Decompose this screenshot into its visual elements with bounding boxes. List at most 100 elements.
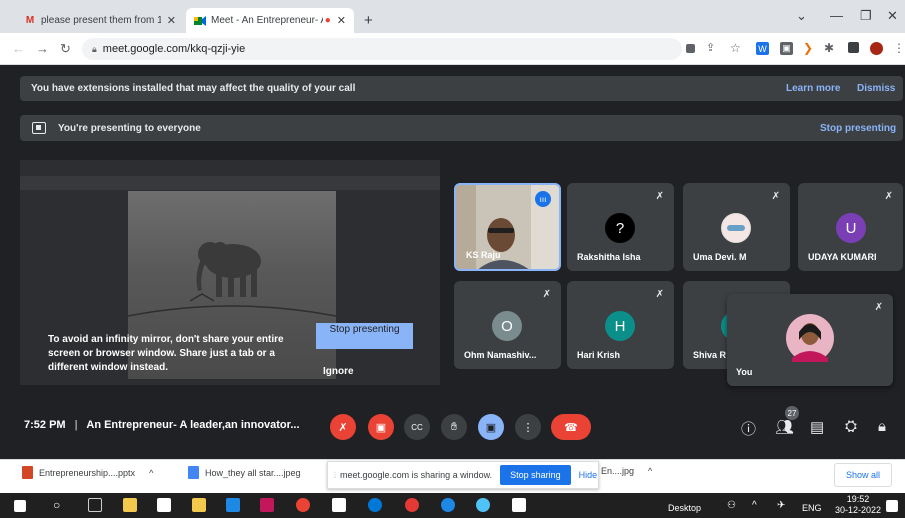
activities-icon[interactable]: ⛭ (845, 418, 857, 435)
mic-toggle-button[interactable]: ✗ (330, 414, 356, 440)
photos-icon[interactable] (512, 498, 526, 512)
desktop-label[interactable]: Desktop (668, 503, 701, 513)
tab-meet[interactable]: Meet - An Entrepreneur- A le... ● ✕ (186, 8, 354, 33)
gmail-icon: M (25, 15, 35, 26)
notifications-icon[interactable] (886, 500, 898, 512)
participant-name: Uma Devi. M (693, 252, 747, 262)
browser-toolbar: ← → ↻ 🔒︎ meet.google.com/kkq-qzji-yie ⇪ … (0, 33, 905, 65)
learn-more-link[interactable]: Learn more (786, 83, 840, 94)
extension-arrow-icon[interactable]: ❯ (803, 41, 813, 55)
people-taskbar-icon[interactable]: ⚇ (727, 500, 736, 511)
participant-tile[interactable]: ✗ ? Rakshitha Isha (567, 183, 674, 271)
present-button[interactable]: ▣ (478, 414, 504, 440)
search-icon[interactable]: ○ (53, 498, 60, 512)
task-view-icon[interactable] (88, 498, 102, 512)
show-all-button[interactable]: Show all (834, 463, 892, 487)
store-icon[interactable] (192, 498, 206, 512)
participant-tile[interactable]: ✗ H Hari Krish (567, 281, 674, 369)
download-item[interactable]: En....jpg ^ (601, 466, 652, 476)
participant-tile[interactable]: ✗ Uma Devi. M (683, 183, 790, 271)
avatar: H (605, 311, 635, 341)
download-item[interactable]: Entrepreneurship....pptx ^ (22, 466, 153, 479)
participant-name: Shiva R (693, 350, 727, 360)
presenting-banner-text: You're presenting to everyone (58, 122, 201, 134)
avatar: O (492, 311, 522, 341)
tab-title: Meet - An Entrepreneur- A le... (211, 15, 323, 26)
more-options-button[interactable]: ⋮ (515, 414, 541, 440)
close-icon[interactable]: ✕ (167, 14, 176, 27)
tab-search-icon[interactable]: ⌄ (796, 8, 807, 24)
stop-sharing-button[interactable]: Stop sharing (500, 465, 571, 485)
opera-icon[interactable] (405, 498, 419, 512)
language-indicator[interactable]: ENG (802, 503, 822, 513)
app-l-icon[interactable] (226, 498, 240, 512)
network-icon[interactable]: ✈︎ (777, 500, 785, 511)
captions-button[interactable]: CC (404, 414, 430, 440)
chevron-up-icon[interactable]: ^ (648, 466, 652, 476)
back-icon[interactable]: ← (12, 41, 25, 56)
menu-icon[interactable]: ⋮ (893, 41, 905, 55)
chat-icon[interactable]: ▤ (810, 418, 824, 436)
download-item[interactable]: How_they all star....jpeg (188, 466, 301, 479)
camera-toggle-button[interactable]: ▣ (368, 414, 394, 440)
self-view-tile[interactable]: ✗ You (727, 294, 893, 386)
avatar: ? (605, 213, 635, 243)
close-window-button[interactable]: ✕ (887, 8, 898, 24)
side-panel-icon[interactable] (848, 42, 859, 53)
document-icon[interactable] (157, 498, 171, 512)
meeting-time: 7:52 PM (24, 419, 66, 431)
participant-tile[interactable]: ııı KS Raju (454, 183, 561, 271)
close-icon[interactable]: ✕ (337, 14, 346, 27)
host-controls-icon[interactable]: 🔒︎ (878, 418, 886, 435)
reload-icon[interactable]: ↻ (60, 41, 71, 57)
camera-icon[interactable] (686, 44, 695, 53)
restore-button[interactable]: ❐ (860, 8, 872, 24)
dismiss-button[interactable]: Dismiss (857, 83, 895, 94)
file-explorer-icon[interactable] (123, 498, 137, 512)
leave-call-button[interactable]: ☎︎ (551, 414, 591, 440)
participant-tile[interactable]: ✗ O Ohm Namashiv... (454, 281, 561, 369)
address-bar[interactable]: 🔒︎ meet.google.com/kkq-qzji-yie (82, 38, 682, 60)
mic-off-icon: ✗ (542, 289, 551, 300)
tab-gmail[interactable]: M please present them from 1 to 7 ✕ (16, 8, 184, 33)
app-blue-icon[interactable] (441, 498, 455, 512)
present-icon (32, 122, 46, 134)
chrome-icon[interactable] (296, 498, 310, 512)
people-icon[interactable]: 👥︎ (775, 418, 794, 436)
mic-off-icon: ✗ (771, 191, 780, 202)
clock[interactable]: 19:52 30-12-2022 (835, 494, 881, 516)
lock-icon: 🔒︎ (92, 43, 97, 54)
profile-avatar[interactable] (870, 42, 883, 55)
recording-dot-icon: ● (324, 15, 331, 26)
extension-banner-text: You have extensions installed that may a… (31, 83, 356, 94)
drag-handle-icon[interactable]: ⦙ (334, 470, 336, 481)
mail-icon[interactable] (332, 498, 346, 512)
extensions-puzzle-icon[interactable]: ✱ (824, 41, 834, 55)
mic-off-icon: ✗ (655, 289, 664, 300)
share-icon[interactable]: ⇪ (706, 41, 715, 54)
word-extension-icon[interactable]: W (756, 42, 769, 55)
extension-icon[interactable]: ▣ (780, 42, 793, 55)
stop-presenting-button[interactable]: Stop presenting (316, 323, 413, 349)
raise-hand-button[interactable]: ✋︎ (441, 414, 467, 440)
chevron-up-icon[interactable]: ^ (752, 500, 757, 511)
meeting-details-icon[interactable]: ⓘ (741, 418, 756, 439)
app-circle-icon[interactable] (476, 498, 490, 512)
stop-presenting-link[interactable]: Stop presenting (820, 123, 896, 134)
new-tab-button[interactable]: + (364, 12, 373, 29)
minimize-button[interactable]: — (830, 8, 843, 23)
forward-icon[interactable]: → (36, 41, 49, 56)
participant-name: Ohm Namashiv... (464, 350, 537, 360)
participant-tile[interactable]: ✗ U UDAYA KUMARI (798, 183, 903, 271)
people-count-badge: 27 (785, 406, 799, 420)
edge-icon[interactable] (368, 498, 382, 512)
presenting-banner: You're presenting to everyone Stop prese… (20, 115, 903, 141)
chevron-up-icon[interactable]: ^ (149, 468, 153, 478)
app-x-icon[interactable] (260, 498, 274, 512)
tab-title: please present them from 1 to 7 (41, 15, 161, 26)
bookmark-star-icon[interactable]: ☆ (730, 41, 741, 55)
ignore-button[interactable]: Ignore (323, 366, 354, 377)
hide-button[interactable]: Hide (579, 470, 598, 480)
presentation-toolbar (20, 176, 440, 190)
windows-start-icon[interactable] (14, 500, 26, 512)
